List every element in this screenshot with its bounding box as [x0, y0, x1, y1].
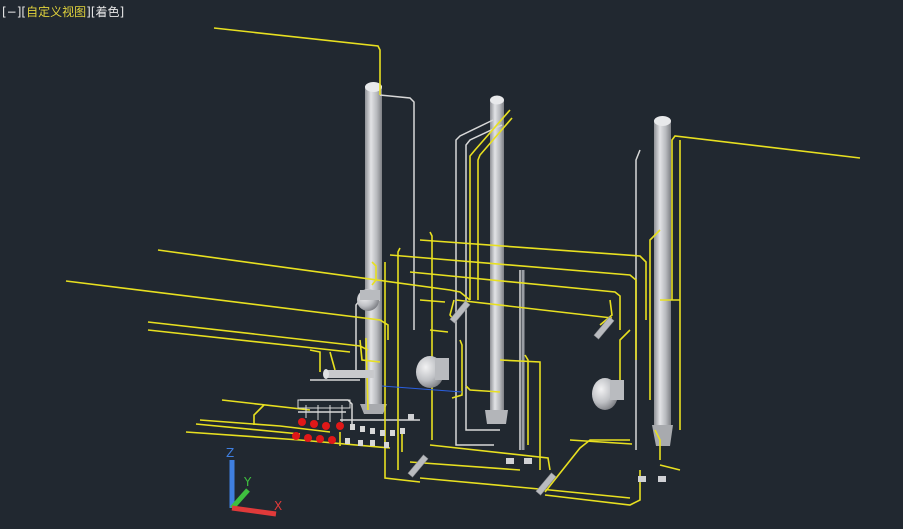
ucs-icon: Z Y X	[226, 446, 282, 517]
ucs-y-label: Y	[243, 475, 252, 489]
style-bracket-close: ]	[119, 5, 125, 19]
valve-manifold[interactable]	[292, 399, 405, 448]
column-left[interactable]	[360, 82, 387, 414]
view-control[interactable]: 自定义视图	[26, 5, 86, 19]
column-right[interactable]	[652, 116, 673, 446]
drum-middle[interactable]	[416, 356, 449, 388]
heat-exchanger[interactable]	[323, 369, 374, 379]
yellow-pipes	[65, 27, 861, 506]
viewport-controls: [−][自定义视图][着色]	[2, 4, 124, 20]
drum-right[interactable]	[592, 378, 624, 410]
visual-style-control[interactable]: 着色	[96, 5, 120, 19]
model-viewport[interactable]: [−][自定义视图][着色] Z Y X	[0, 0, 903, 529]
white-pipes	[298, 94, 641, 450]
viewport-menu-control[interactable]: [−]	[2, 5, 21, 19]
ucs-x-label: X	[274, 499, 282, 513]
supports	[408, 414, 666, 482]
piping-3d-model	[65, 27, 861, 506]
ucs-z-label: Z	[226, 446, 234, 460]
valve-blocks[interactable]	[407, 300, 615, 496]
reference-line	[381, 385, 463, 393]
